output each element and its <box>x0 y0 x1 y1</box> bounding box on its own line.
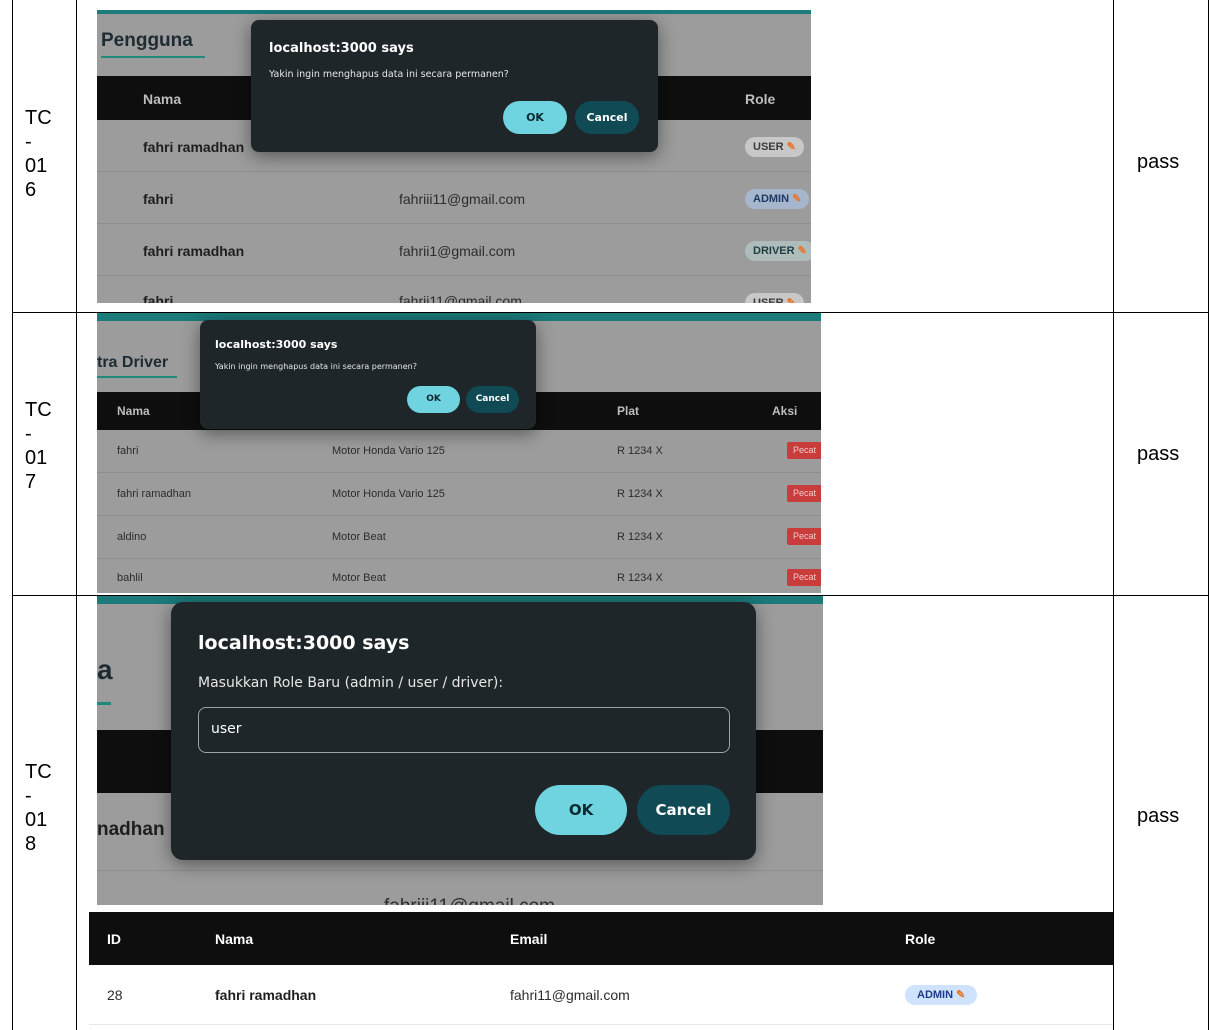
cell-plat: R 1234 X <box>617 531 663 543</box>
table-row <box>97 430 821 473</box>
dialog-title: localhost:3000 says <box>215 338 338 351</box>
confirm-dialog: localhost:3000 says Yakin ingin menghapu… <box>251 20 658 152</box>
edit-pencil-icon: ✎ <box>786 297 796 303</box>
test-result: pass <box>1137 805 1180 827</box>
cell-nama: fahri ramadhan <box>143 139 245 155</box>
edit-pencil-icon: ✎ <box>786 141 796 153</box>
edit-pencil-icon: ✎ <box>797 245 807 257</box>
screenshot-delete-driver: tra Driver Nama Plat Aksi fahri Motor Ho… <box>97 313 821 593</box>
ok-button[interactable]: OK <box>407 386 460 413</box>
cell-kendaraan: Motor Honda Vario 125 <box>332 445 445 457</box>
role-input[interactable]: user <box>198 707 730 753</box>
dialog-title: localhost:3000 says <box>198 632 410 654</box>
fire-button[interactable]: Pecat <box>787 442 821 459</box>
cell-nama: bahlil <box>117 572 143 584</box>
cell-nama: fahri ramadhan <box>215 987 317 1003</box>
screenshot-user-table: ID Nama Email Role 28 fahri ramadhan fah… <box>89 912 1113 1030</box>
cell-nama: fahri <box>143 191 174 207</box>
page-title-fragment: a <box>97 654 113 685</box>
cell-id: 28 <box>107 987 123 1003</box>
table-row <box>97 516 821 559</box>
table-border-col1 <box>76 0 77 1030</box>
cell-nama: fahri <box>117 445 139 457</box>
cancel-button[interactable]: Cancel <box>575 101 639 134</box>
cell-nama: fahri ramadhan <box>117 488 191 500</box>
dialog-message: Yakin ingin menghapus data ini secara pe… <box>215 362 417 371</box>
title-underline <box>97 376 177 378</box>
test-result: pass <box>1137 443 1180 465</box>
page-title: Pengguna <box>101 30 193 51</box>
cell-kendaraan: Motor Beat <box>332 531 386 543</box>
cell-nama-fragment: nadhan <box>97 819 165 840</box>
fire-button[interactable]: Pecat <box>787 485 821 502</box>
table-border-left <box>12 0 13 1030</box>
cell-kendaraan: Motor Honda Vario 125 <box>332 488 445 500</box>
confirm-dialog: localhost:3000 says Yakin ingin menghapu… <box>200 320 536 429</box>
col-header-nama: Nama <box>117 404 150 418</box>
cell-email: fahriii11@gmail.com <box>399 191 525 207</box>
table-border-col2 <box>1113 0 1114 1030</box>
col-header-role: Role <box>905 931 936 947</box>
role-badge[interactable]: USER ✎ <box>745 293 804 303</box>
row-divider <box>97 870 823 871</box>
cell-plat: R 1234 X <box>617 572 663 584</box>
cell-kendaraan: Motor Beat <box>332 572 386 584</box>
test-case-id: TC -01 7 <box>25 399 52 493</box>
ok-button[interactable]: OK <box>503 101 567 134</box>
page-title: tra Driver <box>97 354 169 371</box>
cancel-button[interactable]: Cancel <box>466 386 519 413</box>
dialog-message: Masukkan Role Baru (admin / user / drive… <box>198 675 504 691</box>
accent-bar <box>97 10 811 14</box>
col-header-email: Email <box>510 931 548 947</box>
edit-pencil-icon: ✎ <box>792 193 802 205</box>
cell-email-fragment: fahriii11@gmail.com <box>384 896 555 905</box>
fire-button[interactable]: Pecat <box>787 528 821 545</box>
cell-nama: fahri <box>143 293 174 303</box>
col-header-id: ID <box>107 931 121 947</box>
screenshot-delete-user: Pengguna Nama Role fahri ramadhan USER ✎ … <box>97 10 811 303</box>
prompt-dialog: localhost:3000 says Masukkan Role Baru (… <box>171 602 756 860</box>
title-underline <box>101 56 205 58</box>
fire-button[interactable]: Pecat <box>787 569 821 586</box>
dialog-message: Yakin ingin menghapus data ini secara pe… <box>269 69 509 80</box>
col-header-nama: Nama <box>143 91 182 107</box>
col-header-plat: Plat <box>617 404 640 418</box>
col-header-role: Role <box>745 91 776 107</box>
role-badge[interactable]: USER ✎ <box>745 137 804 157</box>
cell-email: fahrii1@gmail.com <box>399 243 516 259</box>
role-badge[interactable]: ADMIN ✎ <box>745 189 810 209</box>
cell-plat: R 1234 X <box>617 445 663 457</box>
dialog-title: localhost:3000 says <box>269 41 414 56</box>
cell-email: fahrii11@gmail.com <box>399 293 522 303</box>
col-header-nama: Nama <box>215 931 254 947</box>
cancel-button[interactable]: Cancel <box>637 785 730 835</box>
role-badge[interactable]: ADMIN ✎ <box>905 985 978 1005</box>
cell-nama: fahri ramadhan <box>143 243 245 259</box>
role-badge[interactable]: DRIVER ✎ <box>745 241 811 261</box>
table-row <box>97 473 821 516</box>
ok-button[interactable]: OK <box>535 785 627 835</box>
cell-nama: aldino <box>117 531 147 543</box>
cell-plat: R 1234 X <box>617 488 663 500</box>
edit-pencil-icon: ✎ <box>956 989 966 1001</box>
table-border-right <box>1208 0 1209 1030</box>
col-header-aksi: Aksi <box>772 404 798 418</box>
role-input-value: user <box>211 721 242 737</box>
screenshot-change-role: a nadhan fahriii11@gmail.com localhost:3… <box>97 596 823 905</box>
cell-email: fahri11@gmail.com <box>510 987 630 1003</box>
test-result: pass <box>1137 151 1180 173</box>
test-case-id: TC -01 6 <box>25 107 52 201</box>
test-case-id: TC -01 8 <box>25 761 52 855</box>
title-underline <box>97 702 111 705</box>
